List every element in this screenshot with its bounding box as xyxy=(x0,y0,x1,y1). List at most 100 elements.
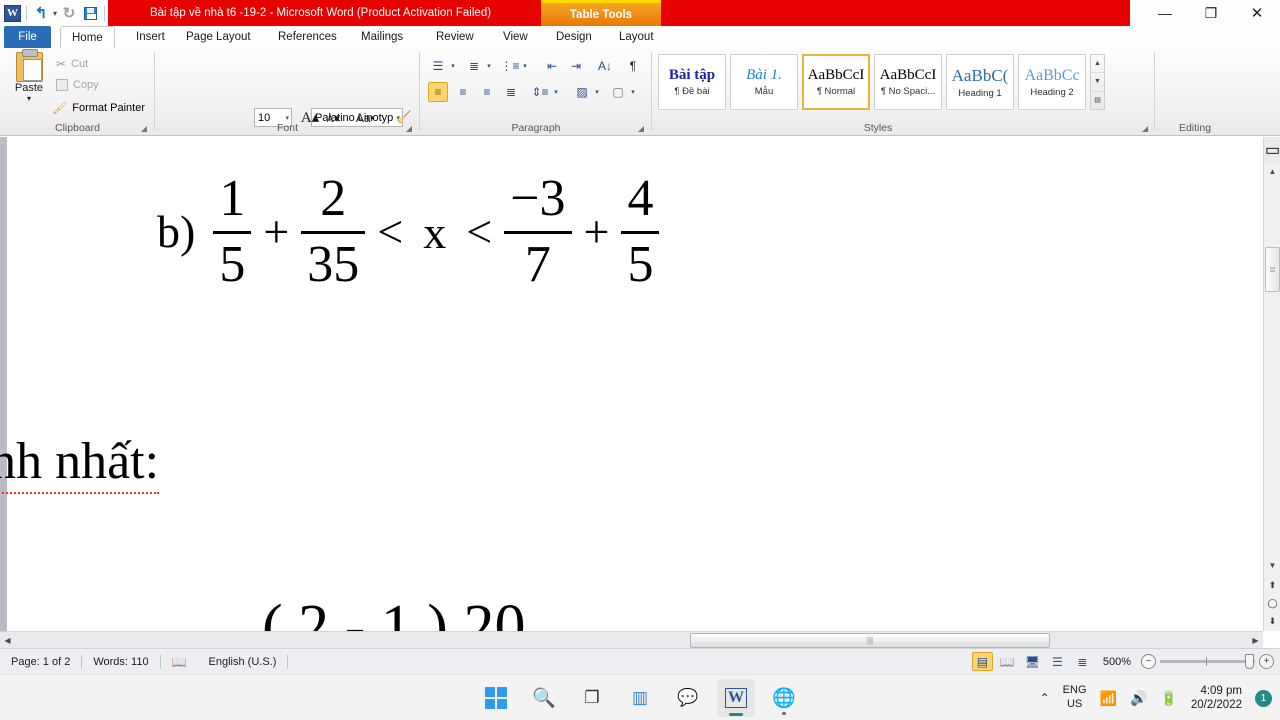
paragraph-dialog-launcher[interactable]: ◢ xyxy=(638,124,644,133)
zoom-slider-handle[interactable] xyxy=(1245,654,1254,669)
tab-home[interactable]: Home xyxy=(60,26,115,48)
style-item-mau[interactable]: Bài 1. Mẫu xyxy=(730,54,798,110)
undo-dropdown-icon[interactable]: ▾ xyxy=(53,9,57,18)
numbering-icon[interactable]: ≣ xyxy=(464,56,484,76)
zoom-slider[interactable] xyxy=(1160,654,1255,669)
paste-button[interactable]: Paste ▾ xyxy=(8,49,50,103)
shading-icon[interactable]: ▨ xyxy=(572,82,592,102)
numbering-dropdown-icon[interactable]: ▾ xyxy=(484,56,494,76)
bullets-icon[interactable]: ☰ xyxy=(428,56,448,76)
styles-gallery-scroll[interactable]: ▲ ▼ ▤ xyxy=(1090,54,1105,110)
view-print-layout-icon[interactable]: ▤ xyxy=(971,652,993,671)
sort-icon[interactable]: A↓ xyxy=(595,56,615,76)
tab-page-layout[interactable]: Page Layout xyxy=(175,26,262,48)
style-item-heading-2[interactable]: AaBbCc Heading 2 xyxy=(1018,54,1086,110)
paste-dropdown-icon[interactable]: ▾ xyxy=(27,94,31,103)
justify-icon[interactable]: ≣ xyxy=(501,82,521,102)
view-full-screen-reading-icon[interactable]: 📖 xyxy=(997,652,1018,671)
vertical-scrollbar[interactable]: ▭ ▲ ≣ ▼ ⬆ ◯ ⬇ xyxy=(1263,137,1280,631)
tab-references[interactable]: References xyxy=(267,26,348,48)
multilevel-list-icon[interactable]: ⋮≡ xyxy=(500,56,520,76)
taskbar-item-edge[interactable]: 🌐 xyxy=(765,679,803,717)
clipboard-dialog-launcher[interactable]: ◢ xyxy=(141,124,147,133)
style-item-normal[interactable]: AaBbCcI ¶ Normal xyxy=(802,54,870,110)
scroll-right-icon[interactable]: ▶ xyxy=(1248,632,1263,649)
battery-icon[interactable]: 🔋 xyxy=(1160,690,1177,707)
gallery-more-icon[interactable]: ▤ xyxy=(1091,92,1104,109)
minimize-button[interactable]: — xyxy=(1142,0,1188,26)
close-button[interactable]: ✕ xyxy=(1234,0,1280,26)
gallery-up-icon[interactable]: ▲ xyxy=(1091,55,1104,74)
font-size-dropdown-icon[interactable]: ▾ xyxy=(285,114,289,122)
format-painter-button[interactable]: 🖌 Format Painter xyxy=(52,101,145,115)
zoom-in-button[interactable]: + xyxy=(1259,654,1274,669)
chat-button[interactable]: 💬 xyxy=(669,679,707,717)
document-page[interactable]: b) 1 5 + 2 35 < x < −3 7 + 4 5 nh nhất: … xyxy=(0,137,1255,631)
task-view-button[interactable]: ❐ xyxy=(573,679,611,717)
previous-page-icon[interactable]: ⬆ xyxy=(1264,577,1280,594)
style-item-de-bai[interactable]: Bài tập ¶ Đề bài xyxy=(658,54,726,110)
tab-view[interactable]: View xyxy=(492,26,539,48)
multilevel-dropdown-icon[interactable]: ▾ xyxy=(520,56,530,76)
style-item-heading-1[interactable]: AaBbC( Heading 1 xyxy=(946,54,1014,110)
word-count[interactable]: Words: 110 xyxy=(82,653,159,671)
document-title: Bài tập về nhà t6 -19-2 - Microsoft Word… xyxy=(149,7,492,19)
word-logo-icon[interactable]: W xyxy=(4,4,21,22)
wifi-icon[interactable]: 📶 xyxy=(1100,690,1117,707)
horizontal-scrollbar[interactable]: ◀ ||| ▶ xyxy=(0,631,1263,648)
taskbar-item-word[interactable]: W xyxy=(717,679,755,717)
gallery-down-icon[interactable]: ▼ xyxy=(1091,73,1104,92)
horizontal-scroll-thumb[interactable]: ||| xyxy=(690,633,1050,648)
scroll-left-icon[interactable]: ◀ xyxy=(0,632,15,649)
tab-file[interactable]: File xyxy=(4,26,51,48)
word-icon: W xyxy=(725,688,747,708)
borders-icon[interactable]: ▢ xyxy=(608,82,628,102)
align-right-icon[interactable]: ≡ xyxy=(477,82,497,102)
tab-mailings[interactable]: Mailings xyxy=(350,26,414,48)
tray-overflow-icon[interactable]: ⌃ xyxy=(1040,691,1050,705)
borders-dropdown-icon[interactable]: ▾ xyxy=(628,82,638,102)
align-left-icon[interactable]: ≡ xyxy=(428,82,448,102)
split-window-handle[interactable]: ▭ xyxy=(1264,137,1280,163)
start-button[interactable] xyxy=(477,679,515,717)
decrease-indent-icon[interactable]: ⇤ xyxy=(542,56,562,76)
increase-indent-icon[interactable]: ⇥ xyxy=(566,56,586,76)
proofing-status[interactable]: 📖 xyxy=(161,653,198,671)
styles-dialog-launcher[interactable]: ◢ xyxy=(1142,124,1148,133)
next-page-icon[interactable]: ⬇ xyxy=(1264,613,1280,630)
widgets-button[interactable]: ▥ xyxy=(621,679,659,717)
language-indicator[interactable]: English (U.S.) xyxy=(198,653,288,671)
search-button[interactable]: 🔍 xyxy=(525,679,563,717)
volume-icon[interactable]: 🔊 xyxy=(1130,690,1147,707)
line-spacing-icon[interactable]: ⇕≡ xyxy=(530,82,550,102)
align-center-icon[interactable]: ≡ xyxy=(453,82,473,102)
scroll-up-icon[interactable]: ▲ xyxy=(1264,163,1280,180)
language-indicator-tray[interactable]: ENG US xyxy=(1063,684,1087,712)
shading-dropdown-icon[interactable]: ▾ xyxy=(592,82,602,102)
restore-button[interactable]: ❐ xyxy=(1188,0,1234,26)
font-dialog-launcher[interactable]: ◢ xyxy=(406,124,412,133)
scroll-down-icon[interactable]: ▼ xyxy=(1264,557,1280,574)
view-web-layout-icon[interactable]: 🖥 xyxy=(1022,652,1043,671)
tab-review[interactable]: Review xyxy=(425,26,485,48)
view-draft-icon[interactable]: ≣ xyxy=(1072,652,1093,671)
tab-layout[interactable]: Layout xyxy=(608,26,665,48)
vertical-scroll-thumb[interactable]: ≣ xyxy=(1265,247,1280,292)
notification-badge[interactable]: 1 xyxy=(1255,689,1272,707)
bullets-dropdown-icon[interactable]: ▾ xyxy=(448,56,458,76)
document-area[interactable]: b) 1 5 + 2 35 < x < −3 7 + 4 5 nh nhất: … xyxy=(0,137,1280,631)
save-icon[interactable] xyxy=(81,3,99,23)
style-item-no-spacing[interactable]: AaBbCcI ¶ No Spaci... xyxy=(874,54,942,110)
zoom-level[interactable]: 500% xyxy=(1097,656,1137,668)
show-formatting-marks-icon[interactable]: ¶ xyxy=(623,56,643,76)
tab-insert[interactable]: Insert xyxy=(125,26,176,48)
redo-icon[interactable]: ↻ xyxy=(60,3,78,23)
view-outline-icon[interactable]: ☰ xyxy=(1047,652,1068,671)
tab-design[interactable]: Design xyxy=(545,26,603,48)
zoom-out-button[interactable]: − xyxy=(1141,654,1156,669)
clock[interactable]: 4:09 pm 20/2/2022 xyxy=(1191,684,1242,713)
select-browse-object-icon[interactable]: ◯ xyxy=(1264,595,1280,612)
page-indicator[interactable]: Page: 1 of 2 xyxy=(0,653,81,671)
line-spacing-dropdown-icon[interactable]: ▾ xyxy=(551,82,561,102)
undo-icon[interactable]: ↰ xyxy=(32,3,50,23)
